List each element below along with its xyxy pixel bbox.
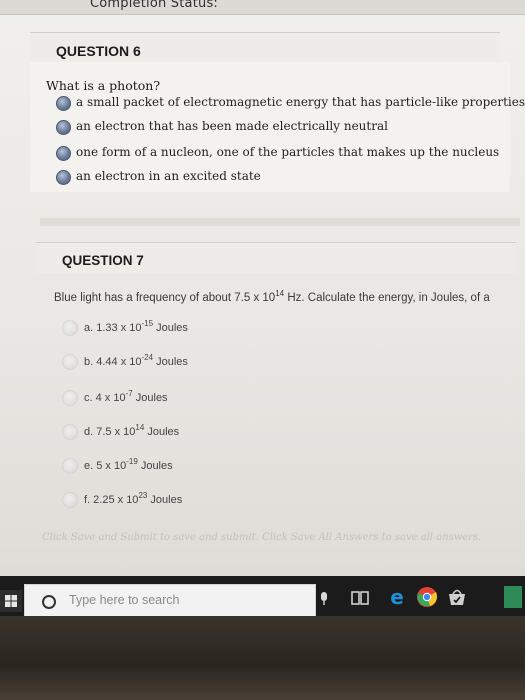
q7-option-b-label: b. 4.44 x 10-24 Joules (84, 353, 188, 368)
radio-button[interactable] (56, 170, 71, 185)
taskbar-search-box[interactable] (24, 584, 316, 618)
section-divider (40, 218, 520, 226)
radio-button[interactable] (62, 354, 78, 370)
q6-option-2-label: an electron that has been made electrica… (76, 119, 388, 133)
q6-option-3-label: one form of a nucleon, one of the partic… (76, 145, 500, 159)
question-6-title: QUESTION 6 (56, 43, 141, 59)
chrome-browser-icon[interactable] (416, 586, 438, 608)
q7-option-d-label: d. 7.5 x 1014 Joules (84, 423, 180, 438)
completion-status-label: Completion Status: (90, 0, 218, 11)
radio-button[interactable] (62, 458, 78, 474)
radio-button[interactable] (56, 96, 71, 111)
radio-button[interactable] (56, 146, 71, 161)
completion-status-bar: Completion Status: (0, 0, 525, 15)
q7-option-e-label: e. 5 x 10-19 Joules (84, 457, 173, 472)
taskbar-search-input[interactable] (69, 592, 299, 608)
store-icon[interactable] (446, 586, 468, 608)
q7-option-f-label: f. 2.25 x 1023 Joules (84, 491, 183, 506)
q7-option-a-label: a. 1.33 x 10-15 Joules (84, 319, 188, 334)
radio-button[interactable] (62, 492, 78, 508)
edge-browser-icon[interactable]: e (386, 586, 408, 608)
radio-button[interactable] (62, 320, 78, 336)
windows-logo-icon (5, 595, 17, 607)
windows-taskbar: e (0, 576, 525, 618)
browser-viewport: Completion Status: QUESTION 6 What is a … (0, 0, 525, 620)
q7-text-exponent: 14 (275, 289, 285, 298)
question-7-title: QUESTION 7 (62, 253, 144, 268)
task-view-icon[interactable] (350, 588, 370, 608)
q7-text-prefix: Blue light has a frequency of about 7.5 … (54, 292, 276, 304)
start-button[interactable] (0, 590, 22, 612)
monitor-bezel (0, 616, 525, 700)
q6-option-1-label: a small packet of electromagnetic energy… (76, 95, 525, 109)
save-submit-note: Click Save and Submit to save and submit… (42, 532, 482, 543)
microphone-icon[interactable] (318, 588, 330, 608)
question-6-text: What is a photon? (46, 78, 161, 93)
radio-button[interactable] (62, 390, 78, 406)
q7-option-c-label: c. 4 x 10-7 Joules (84, 389, 168, 404)
q6-option-4-label: an electron in an excited state (76, 169, 261, 183)
svg-text:e: e (390, 586, 404, 608)
question-6-header: QUESTION 6 (30, 32, 500, 63)
radio-button[interactable] (56, 120, 71, 135)
q7-text-suffix: Hz. Calculate the energy, in Joules, of … (284, 292, 490, 304)
question-7-text: Blue light has a frequency of about 7.5 … (54, 289, 490, 304)
question-7-header: QUESTION 7 (36, 242, 516, 273)
radio-button[interactable] (62, 424, 78, 440)
cortana-icon (42, 595, 56, 609)
app-pinned-icon[interactable] (500, 584, 524, 608)
